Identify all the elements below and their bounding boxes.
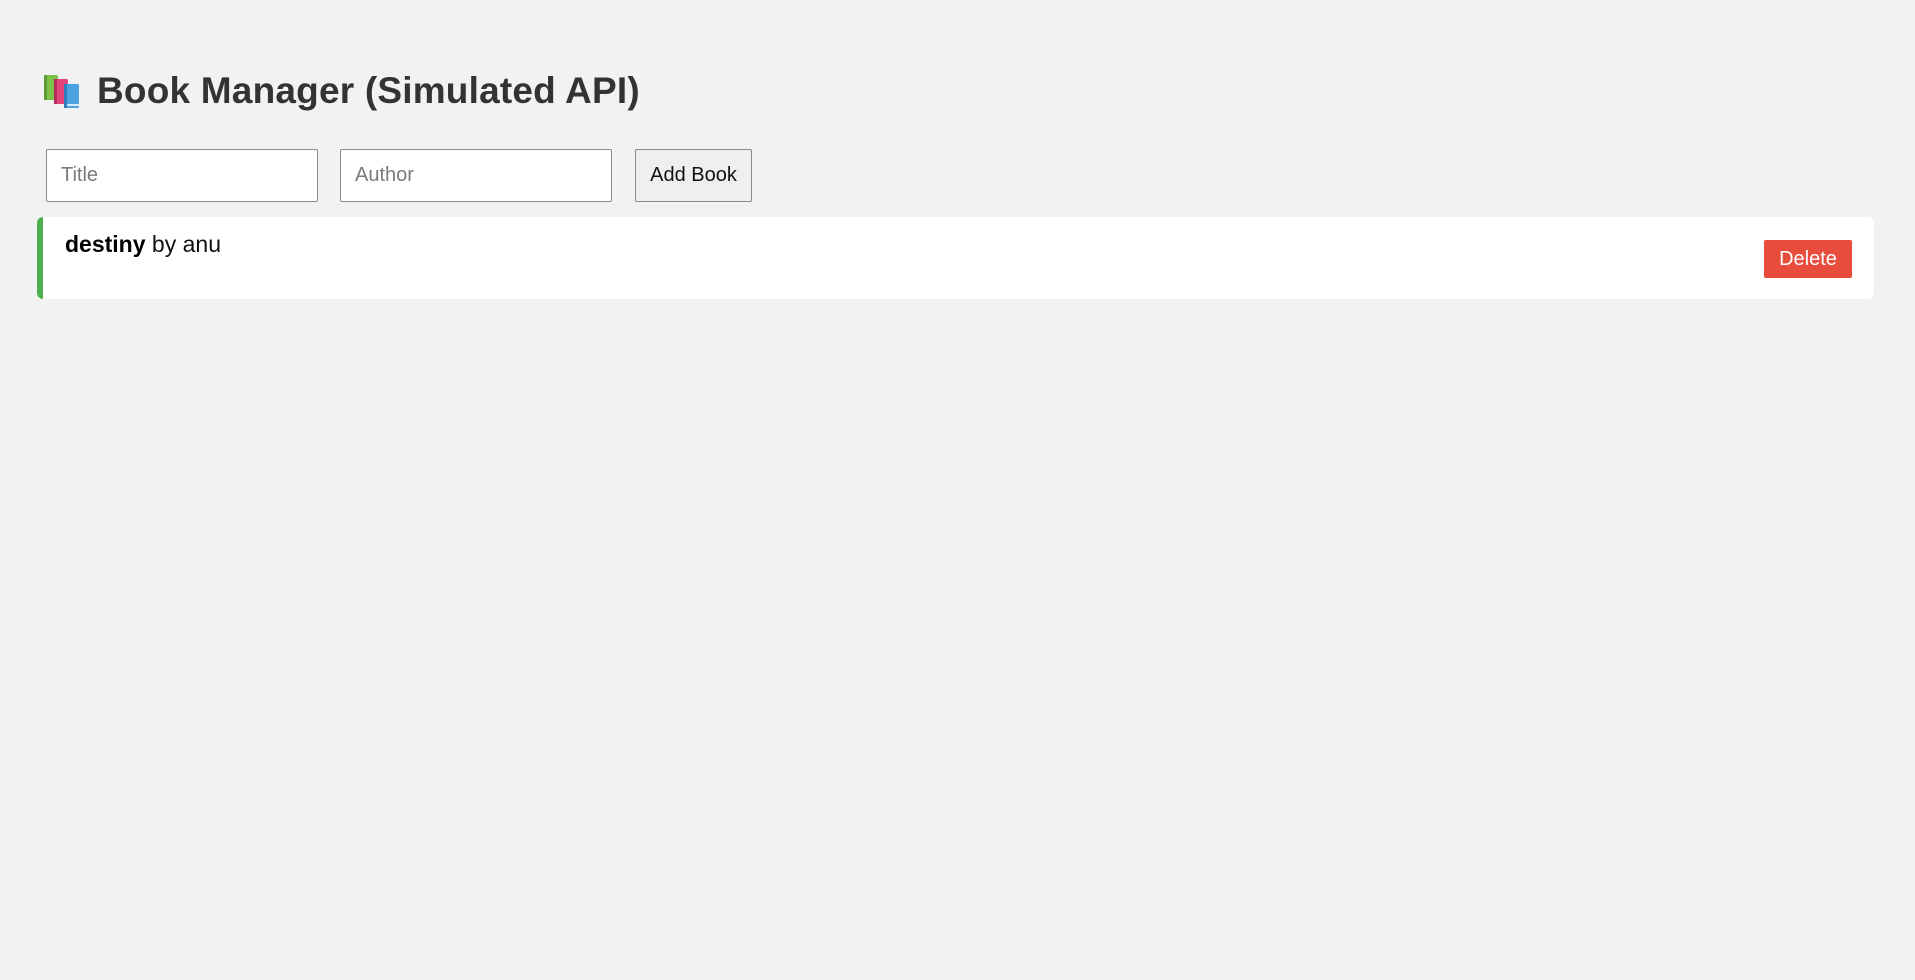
books-icon — [43, 73, 83, 109]
book-by-label: by — [151, 231, 177, 257]
title-input[interactable] — [46, 149, 318, 202]
book-manager-page: Book Manager (Simulated API) Add Book de… — [0, 0, 1915, 980]
author-input[interactable] — [340, 149, 612, 202]
page-header: Book Manager (Simulated API) — [43, 68, 640, 114]
book-list-item: destiny by anu Delete — [37, 217, 1874, 299]
book-title: destiny — [65, 231, 146, 257]
add-book-button[interactable]: Add Book — [635, 149, 752, 202]
delete-book-button[interactable]: Delete — [1764, 240, 1852, 278]
page-title: Book Manager (Simulated API) — [97, 70, 640, 111]
book-entry-text: destiny by anu — [65, 231, 221, 258]
book-list: destiny by anu Delete — [37, 217, 1874, 299]
book-author: anu — [182, 231, 221, 257]
